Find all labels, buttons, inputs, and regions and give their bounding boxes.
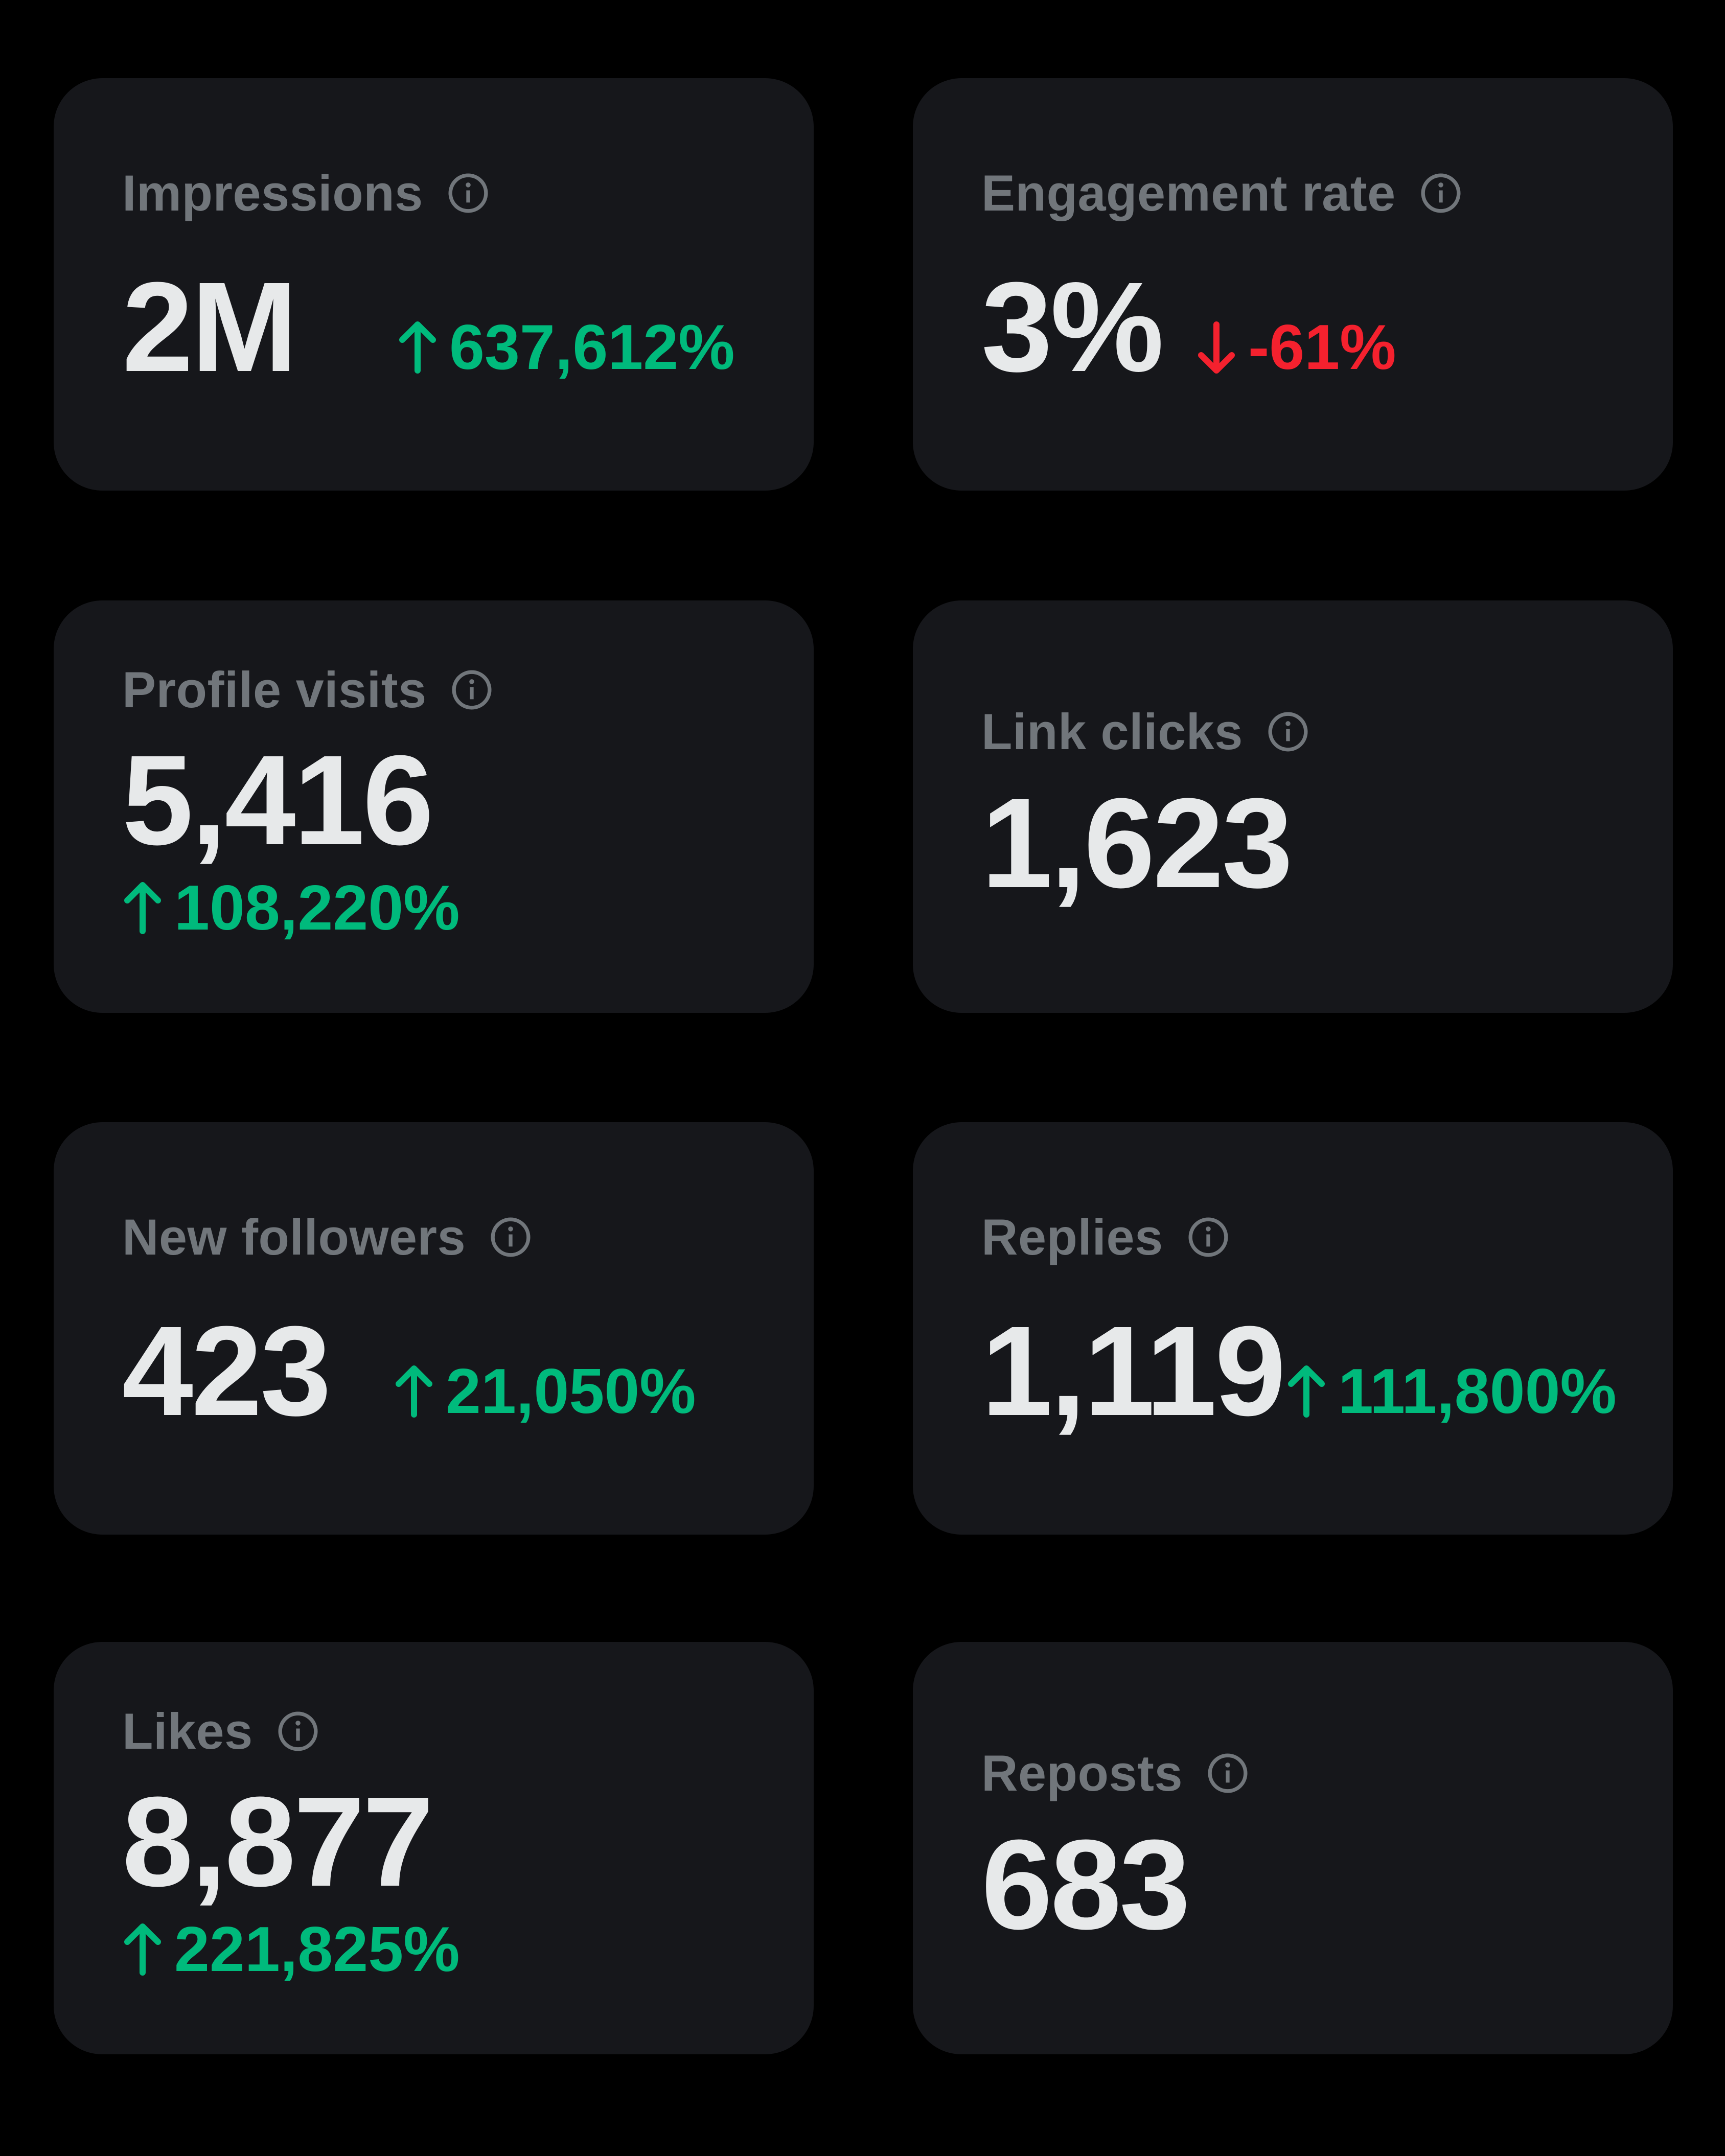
metric-label: New followers (122, 1209, 466, 1265)
metric-label-row: Likes (122, 1702, 320, 1760)
info-icon[interactable] (1418, 171, 1463, 216)
info-icon[interactable] (1186, 1215, 1231, 1260)
metric-label-row: New followers (122, 1208, 533, 1266)
metric-label-row: Engagement rate (981, 164, 1463, 222)
metric-change: 108,220% (122, 876, 459, 940)
metric-card-engagement-rate[interactable]: Engagement rate 3% -61% (913, 78, 1673, 491)
metric-change-value: 108,220% (174, 873, 460, 943)
metric-change: -61% (1196, 316, 1396, 379)
metric-label: Replies (981, 1209, 1163, 1265)
metric-value: 683 (981, 1813, 1190, 1956)
metric-change: 21,050% (394, 1360, 696, 1423)
metric-change-value: 221,825% (174, 1914, 460, 1985)
arrow-down-icon (1196, 319, 1237, 376)
metric-value: 5,416 (122, 729, 434, 871)
metric-value: 2M (122, 256, 297, 398)
metric-card-profile-visits[interactable]: Profile visits 5,416 108,220% (54, 600, 814, 1013)
metric-card-replies[interactable]: Replies 1,119 111,800% (913, 1122, 1673, 1535)
metric-card-reposts[interactable]: Reposts 683 (913, 1642, 1673, 2054)
metric-change-value: 21,050% (446, 1356, 696, 1427)
info-icon[interactable] (488, 1215, 533, 1260)
metric-card-impressions[interactable]: Impressions 2M 637,612% (54, 78, 814, 491)
metric-label: Link clicks (981, 703, 1243, 760)
metric-label-row: Replies (981, 1208, 1231, 1266)
metric-label-row: Impressions (122, 164, 491, 222)
metric-card-new-followers[interactable]: New followers 423 21,050% (54, 1122, 814, 1535)
metric-change: 637,612% (397, 316, 734, 379)
metric-label-row: Profile visits (122, 661, 494, 719)
metric-label: Impressions (122, 165, 423, 221)
info-icon[interactable] (275, 1709, 320, 1754)
metric-value: 8,877 (122, 1770, 434, 1913)
info-icon[interactable] (446, 171, 491, 216)
metric-value: 1,623 (981, 772, 1293, 914)
metric-value: 1,119 (981, 1300, 1286, 1442)
arrow-up-icon (122, 880, 163, 936)
metric-label: Profile visits (122, 661, 427, 718)
metric-label: Likes (122, 1703, 253, 1759)
arrow-up-icon (1286, 1363, 1327, 1420)
metric-card-likes[interactable]: Likes 8,877 221,825% (54, 1642, 814, 2054)
info-icon[interactable] (449, 667, 494, 712)
info-icon[interactable] (1205, 1751, 1250, 1796)
metric-change-value: 637,612% (449, 312, 735, 383)
info-icon[interactable] (1266, 709, 1310, 754)
metric-value: 3% (981, 256, 1164, 398)
metric-change: 111,800% (1286, 1360, 1617, 1423)
metric-change-value: -61% (1248, 312, 1396, 383)
metric-value: 423 (122, 1300, 331, 1442)
arrow-up-icon (394, 1363, 434, 1420)
metric-label: Engagement rate (981, 165, 1396, 221)
metric-label: Reposts (981, 1745, 1183, 1801)
arrow-up-icon (122, 1921, 163, 1978)
metric-label-row: Reposts (981, 1744, 1250, 1802)
arrow-up-icon (397, 319, 438, 376)
metric-card-link-clicks[interactable]: Link clicks 1,623 (913, 600, 1673, 1013)
metrics-grid: Impressions 2M 637,612% Engagement rate … (0, 0, 1725, 2156)
metric-change: 221,825% (122, 1918, 459, 1981)
metric-label-row: Link clicks (981, 703, 1310, 761)
metric-change-value: 111,800% (1338, 1356, 1617, 1427)
